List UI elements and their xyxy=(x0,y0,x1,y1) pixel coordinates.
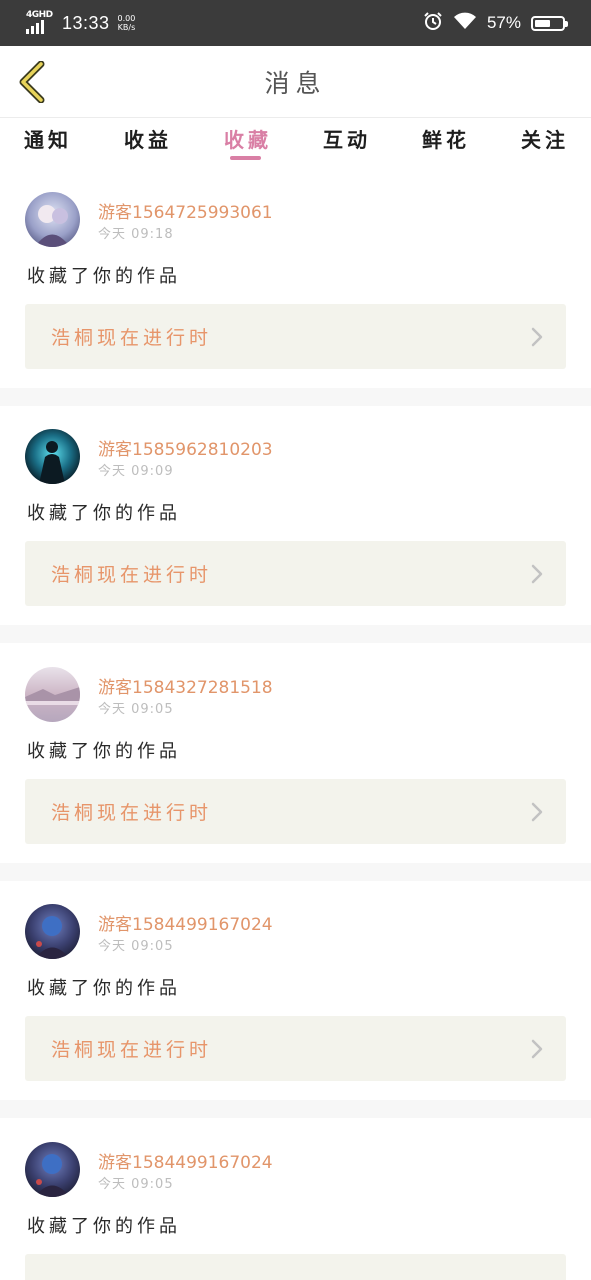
avatar[interactable] xyxy=(25,667,80,722)
message-item: 游客1584327281518 今天 09:05 收藏了你的作品 浩桐现在进行时 xyxy=(0,651,591,871)
message-item: 游客1584499167024 今天 09:05 收藏了你的作品 浩桐现在进行时 xyxy=(0,888,591,1108)
network-signal-icon: 4GHD xyxy=(24,10,56,36)
message-action: 收藏了你的作品 xyxy=(27,1216,181,1237)
message-time: 今天 09:09 xyxy=(98,464,174,479)
wifi-icon xyxy=(453,12,477,34)
network-speed: 0.00 KB/s xyxy=(118,14,136,32)
avatar[interactable] xyxy=(25,192,80,247)
status-right: 57% xyxy=(423,8,568,38)
tab-interaction[interactable]: 互动 xyxy=(323,124,371,153)
work-card[interactable]: 浩桐现在进行时 xyxy=(25,1016,566,1081)
network-type: 4GHD xyxy=(26,10,53,20)
username[interactable]: 游客1584499167024 xyxy=(98,1148,273,1173)
avatar[interactable] xyxy=(25,1142,80,1197)
battery-percent: 57% xyxy=(486,13,521,32)
work-card[interactable]: 浩桐现在进行时 xyxy=(25,541,566,606)
work-title: 浩桐现在进行时 xyxy=(51,802,213,824)
chevron-right-icon xyxy=(531,327,543,347)
message-time: 今天 09:05 xyxy=(98,702,174,717)
divider xyxy=(0,1100,591,1118)
message-action: 收藏了你的作品 xyxy=(27,503,181,524)
network-speed-unit: KB/s xyxy=(117,23,136,32)
message-item: 游客1584499167024 今天 09:05 收藏了你的作品 xyxy=(0,1126,591,1280)
tab-favorites[interactable]: 收藏 xyxy=(224,124,272,153)
message-action: 收藏了你的作品 xyxy=(27,978,181,999)
app-header: 消息 xyxy=(0,46,591,118)
message-item: 游客1585962810203 今天 09:09 收藏了你的作品 浩桐现在进行时 xyxy=(0,413,591,633)
message-action: 收藏了你的作品 xyxy=(27,741,181,762)
message-time: 今天 09:05 xyxy=(98,939,174,954)
chevron-right-icon xyxy=(531,564,543,584)
avatar[interactable] xyxy=(25,429,80,484)
status-time: 13:33 xyxy=(62,12,110,33)
network-speed-value: 0.00 xyxy=(117,14,136,23)
chevron-right-icon xyxy=(531,1039,543,1059)
divider xyxy=(0,388,591,406)
tab-income[interactable]: 收益 xyxy=(124,124,172,153)
username[interactable]: 游客1585962810203 xyxy=(98,435,273,460)
page-title: 消息 xyxy=(264,69,327,98)
active-tab-indicator xyxy=(230,156,261,160)
work-card[interactable]: 浩桐现在进行时 xyxy=(25,779,566,844)
battery-icon xyxy=(531,15,568,31)
avatar[interactable] xyxy=(25,904,80,959)
tab-follow[interactable]: 关注 xyxy=(521,124,569,153)
tab-flowers[interactable]: 鲜花 xyxy=(422,124,470,153)
work-title: 浩桐现在进行时 xyxy=(51,1039,213,1061)
tab-notify[interactable]: 通知 xyxy=(24,124,72,153)
divider xyxy=(0,863,591,881)
username[interactable]: 游客1584327281518 xyxy=(98,673,273,698)
alarm-icon xyxy=(423,11,443,35)
username[interactable]: 游客1564725993061 xyxy=(98,198,273,223)
chevron-right-icon xyxy=(531,802,543,822)
status-left: 4GHD 13:33 0.00 KB/s xyxy=(24,8,135,38)
message-action: 收藏了你的作品 xyxy=(27,266,181,287)
work-title: 浩桐现在进行时 xyxy=(51,564,213,586)
tab-bar: 通知 收益 收藏 互动 鲜花 关注 xyxy=(0,118,591,168)
message-time: 今天 09:18 xyxy=(98,227,174,242)
message-time: 今天 09:05 xyxy=(98,1177,174,1192)
work-card[interactable]: 浩桐现在进行时 xyxy=(25,304,566,369)
status-bar: 4GHD 13:33 0.00 KB/s 57% xyxy=(0,0,591,46)
divider xyxy=(0,625,591,643)
work-card[interactable] xyxy=(25,1254,566,1280)
work-title: 浩桐现在进行时 xyxy=(51,327,213,349)
message-item: 游客1564725993061 今天 09:18 收藏了你的作品 浩桐现在进行时 xyxy=(0,176,591,396)
username[interactable]: 游客1584499167024 xyxy=(98,910,273,935)
